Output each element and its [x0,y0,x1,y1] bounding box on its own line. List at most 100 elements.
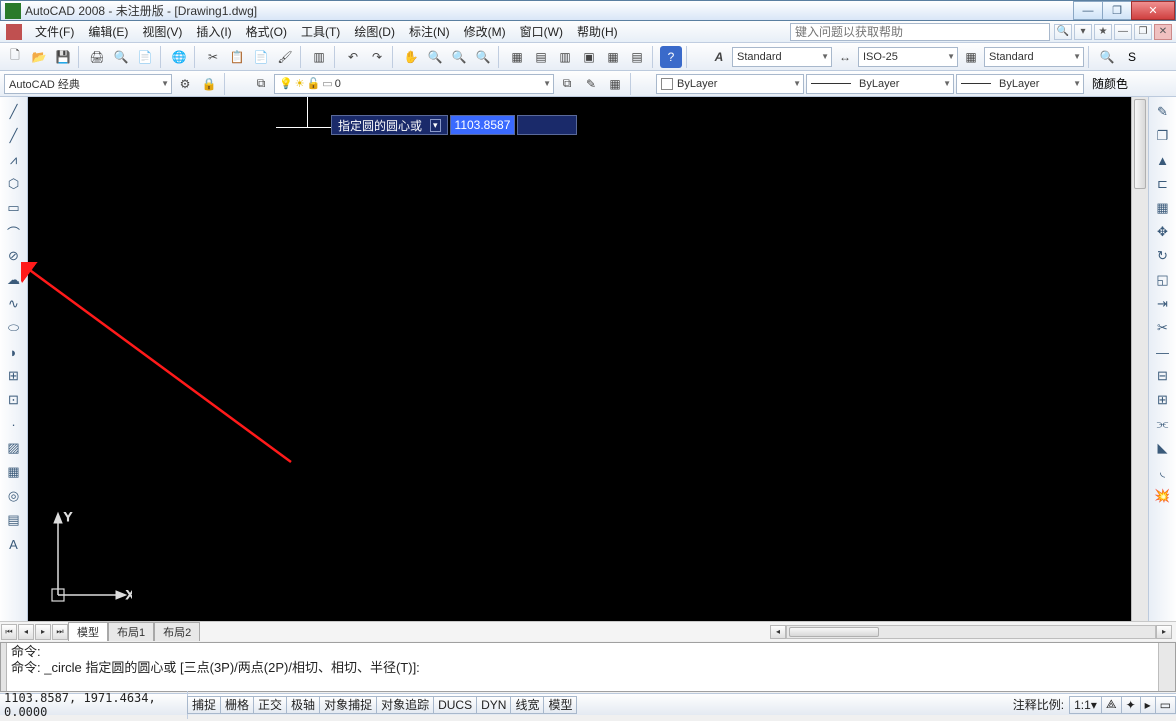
dynamic-y-input[interactable] [517,115,577,135]
tab-last-button[interactable]: ⏭ [52,624,68,640]
quickcalc-button[interactable]: ▤ [626,46,648,68]
status-coordinates[interactable]: 1103.8587, 1971.4634, 0.0000 [0,691,188,719]
mdi-restore-button[interactable]: ❐ [1134,24,1152,40]
design-center-button[interactable]: ▤ [530,46,552,68]
drawing-canvas[interactable]: 指定圆的圆心或▾ 1103.8587 Y X [28,97,1131,621]
gradient-tool[interactable]: ▦ [3,461,25,483]
mirror-tool[interactable]: ▲ [1152,149,1174,171]
menu-file[interactable]: 文件(F) [28,20,81,43]
break-point-tool[interactable]: ⊟ [1152,365,1174,387]
status-model[interactable]: 模型 [543,696,577,714]
layer-combo[interactable]: 💡☀🔓▭ 0▼ [274,74,554,94]
insert-block-tool[interactable]: ⊞ [3,365,25,387]
ellipse-arc-tool[interactable]: ◗ [3,341,25,363]
zoom-previous-button[interactable]: 🔍 [472,46,494,68]
paste-button[interactable]: 📄 [250,46,272,68]
sheet-set-button[interactable]: ▣ [578,46,600,68]
status-polar[interactable]: 极轴 [286,696,320,714]
status-otrack[interactable]: 对象追踪 [376,696,434,714]
properties-button[interactable]: ▦ [506,46,528,68]
menu-dimension[interactable]: 标注(N) [402,20,457,43]
new-button[interactable]: 🗋 [4,46,26,68]
rectangle-tool[interactable]: ▭ [3,197,25,219]
menu-window[interactable]: 窗口(W) [513,20,570,43]
menu-edit[interactable]: 编辑(E) [81,20,135,43]
vertical-scrollbar[interactable] [1131,97,1148,621]
tab-first-button[interactable]: ⏮ [1,624,17,640]
scale-tool[interactable]: ◱ [1152,269,1174,291]
hscroll-thumb[interactable] [789,627,879,637]
zoom-window-button[interactable]: 🔍 [448,46,470,68]
circle-tool[interactable]: ⊘ [3,245,25,267]
comm-center-icon[interactable]: ▾ [1074,24,1092,40]
tab-layout1[interactable]: 布局1 [108,622,154,641]
table-style-button[interactable]: ▦ [960,46,982,68]
color-combo[interactable]: ByLayer▼ [656,74,804,94]
make-block-tool[interactable]: ⊡ [3,389,25,411]
zoom-realtime-button[interactable]: 🔍 [424,46,446,68]
horizontal-scrollbar[interactable]: ◂ ▸ [770,624,1172,640]
vertical-scrollbar-thumb[interactable] [1134,99,1146,189]
threed-dwf-button[interactable]: 🌐 [168,46,190,68]
menu-format[interactable]: 格式(O) [239,20,294,43]
menu-modify[interactable]: 修改(M) [457,20,513,43]
workspace-lock-icon[interactable]: 🔒 [198,73,220,95]
anno-autoscale-icon[interactable]: ✦ [1121,696,1141,714]
dynamic-x-input[interactable]: 1103.8587 [450,115,516,135]
close-button[interactable]: ✕ [1131,1,1175,20]
status-tray-icon[interactable]: ▸ [1140,696,1156,714]
erase-tool[interactable]: ✎ [1152,101,1174,123]
layer-filter-icon[interactable]: ⧉ [556,73,578,95]
status-grid[interactable]: 栅格 [220,696,254,714]
command-scrollbar[interactable] [1158,643,1175,691]
help-search-input[interactable] [790,23,1050,41]
spline-tool[interactable]: ∿ [3,293,25,315]
status-lwt[interactable]: 线宽 [510,696,544,714]
polygon-tool[interactable]: ⬡ [3,173,25,195]
tab-layout2[interactable]: 布局2 [154,622,200,641]
status-dyn[interactable]: DYN [476,696,511,714]
help-button[interactable]: ? [660,46,682,68]
dim-style-combo[interactable]: ISO-25▼ [858,47,958,67]
lineweight-combo[interactable]: ByLayer▼ [956,74,1084,94]
tool-palettes-button[interactable]: ▥ [554,46,576,68]
hscroll-right[interactable]: ▸ [1156,625,1172,639]
menu-insert[interactable]: 插入(I) [189,20,238,43]
pan-button[interactable]: ✋ [400,46,422,68]
fillet-tool[interactable]: ◟ [1152,461,1174,483]
workspace-settings-icon[interactable]: ⚙ [174,73,196,95]
copy-button[interactable]: 📋 [226,46,248,68]
block-editor-button[interactable]: ▥ [308,46,330,68]
tab-model[interactable]: 模型 [68,622,108,641]
maximize-button[interactable]: ❐ [1102,1,1132,20]
chamfer-tool[interactable]: ◣ [1152,437,1174,459]
menu-view[interactable]: 视图(V) [135,20,189,43]
array-tool[interactable]: ▦ [1152,197,1174,219]
table-style-combo[interactable]: Standard▼ [984,47,1084,67]
markup-button[interactable]: ▦ [602,46,624,68]
anno-visibility-icon[interactable]: ⟁ [1101,696,1122,714]
trim-tool[interactable]: ✂ [1152,317,1174,339]
linetype-combo[interactable]: ByLayer▼ [806,74,954,94]
hscroll-left[interactable]: ◂ [770,625,786,639]
anno-scale-value[interactable]: 1:1 ▾ [1069,696,1102,714]
tab-next-button[interactable]: ▸ [35,624,51,640]
revision-cloud-tool[interactable]: ☁ [3,269,25,291]
undo-button[interactable]: ↶ [342,46,364,68]
ellipse-tool[interactable]: ⬭ [3,317,25,339]
menu-tools[interactable]: 工具(T) [294,20,347,43]
open-button[interactable]: 📂 [28,46,50,68]
plot-preview-button[interactable]: 🔍 [110,46,132,68]
find-button[interactable]: 🔍 [1096,46,1118,68]
hatch-tool[interactable]: ▨ [3,437,25,459]
status-ducs[interactable]: DUCS [433,696,477,714]
stretch-tool[interactable]: ⇥ [1152,293,1174,315]
status-ortho[interactable]: 正交 [253,696,287,714]
menu-help[interactable]: 帮助(H) [570,20,625,43]
command-window[interactable]: 命令: 命令: _circle 指定圆的圆心或 [三点(3P)/两点(2P)/相… [0,642,1176,692]
minimize-button[interactable]: — [1073,1,1103,20]
save-button[interactable]: 💾 [52,46,74,68]
status-snap[interactable]: 捕捉 [187,696,221,714]
clean-screen-icon[interactable]: ▭ [1155,696,1176,714]
text-style-combo[interactable]: Standard▼ [732,47,832,67]
